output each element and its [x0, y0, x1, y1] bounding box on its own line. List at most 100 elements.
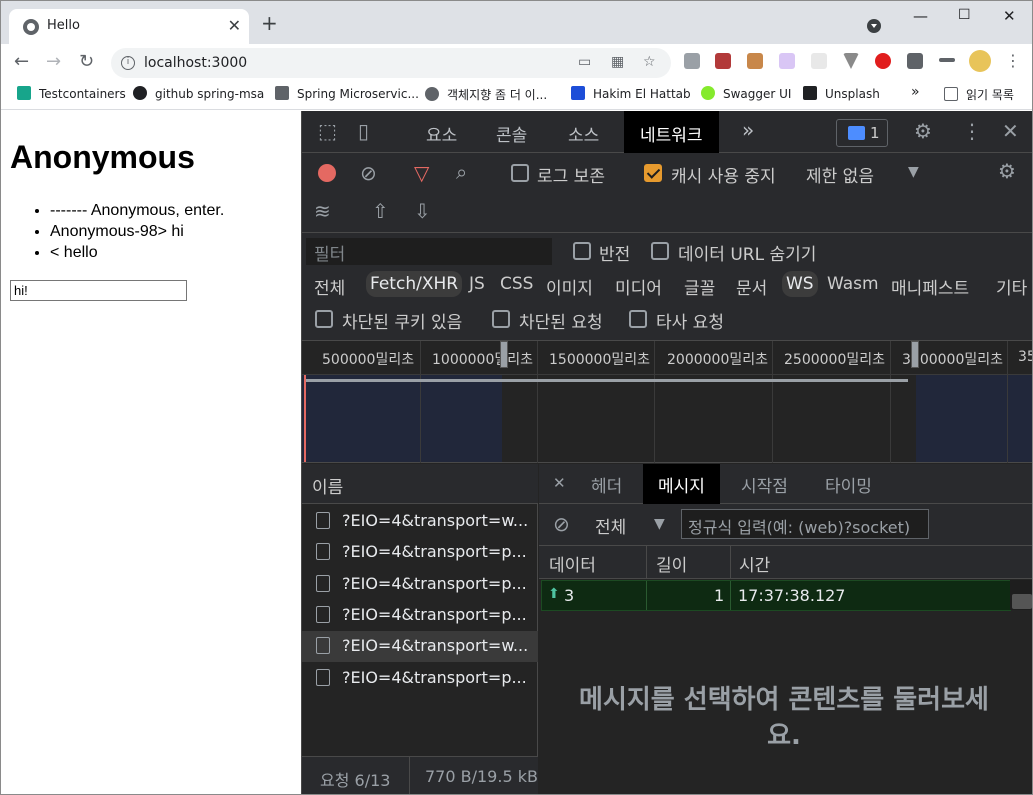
- filter-icon[interactable]: ▽: [414, 161, 429, 185]
- scrollbar-thumb[interactable]: [1012, 594, 1032, 609]
- device-toolbar-icon[interactable]: ▯: [358, 119, 369, 143]
- filter-input[interactable]: 필터: [306, 238, 552, 265]
- customize-menu-icon[interactable]: ⋮: [962, 119, 982, 143]
- forward-icon[interactable]: →: [46, 51, 61, 72]
- bookmark-testcontainers[interactable]: Testcontainers: [17, 86, 126, 101]
- close-window-button[interactable]: ✕: [1003, 7, 1016, 25]
- disable-cache-checkbox[interactable]: [644, 164, 662, 182]
- vue-extension-icon[interactable]: [843, 53, 859, 69]
- bookmark-oop[interactable]: 객체지향 좀 더 이...: [425, 86, 547, 103]
- calendar-extension-icon[interactable]: [715, 53, 731, 69]
- bookmark-github-spring-msa[interactable]: github spring-msa: [133, 86, 264, 101]
- filter-type-fetch-xhr[interactable]: Fetch/XHR: [366, 271, 463, 297]
- bookmark-spring-microservices[interactable]: Spring Microservic...: [275, 86, 419, 101]
- issues-button[interactable]: 1: [836, 119, 888, 147]
- invert-checkbox[interactable]: [573, 242, 591, 260]
- filter-type-ws[interactable]: WS: [782, 271, 818, 297]
- star-icon[interactable]: ☆: [643, 54, 656, 70]
- tab-network[interactable]: 네트워크: [624, 111, 719, 153]
- more-tabs-button[interactable]: »: [742, 118, 754, 142]
- menu-icon[interactable]: ⋮: [1005, 51, 1021, 70]
- import-har-icon[interactable]: ⇧: [372, 199, 389, 223]
- timeline-left-handle[interactable]: [500, 341, 508, 368]
- bookmark-swagger[interactable]: Swagger UI: [701, 86, 791, 101]
- filter-type-wasm[interactable]: Wasm: [823, 271, 883, 297]
- chevron-down-icon[interactable]: ▼: [654, 516, 665, 532]
- clear-icon[interactable]: ⊘: [360, 161, 377, 185]
- maximize-button[interactable]: ☐: [958, 7, 971, 23]
- filter-type-media[interactable]: 미디어: [611, 271, 666, 302]
- purple-extension-icon[interactable]: [779, 53, 795, 69]
- react-extension-icon[interactable]: [811, 53, 827, 69]
- eyedropper-extension-icon[interactable]: [684, 53, 700, 69]
- reload-icon[interactable]: ↻: [79, 51, 94, 72]
- request-row[interactable]: ?EIO=4&transport=p...: [302, 537, 538, 568]
- reading-list-button[interactable]: 읽기 목록: [944, 86, 1014, 103]
- tab-search-icon[interactable]: [867, 19, 881, 33]
- tab-sources[interactable]: 소스: [568, 121, 599, 146]
- message-row[interactable]: ⬆ 3 1 17:37:38.127: [541, 580, 1011, 611]
- request-row[interactable]: ?EIO=4&transport=p...: [302, 600, 538, 631]
- qr-icon[interactable]: ▦: [611, 54, 624, 70]
- puzzle-icon[interactable]: [907, 53, 923, 69]
- address-bar[interactable]: i localhost:3000 ▭ ▦ ☆: [111, 48, 671, 78]
- regex-filter-input[interactable]: 정규식 입력(예: (web)?socket): [681, 509, 929, 539]
- filter-type-font[interactable]: 글꼴: [680, 271, 719, 302]
- name-column-header[interactable]: 이름: [302, 464, 538, 504]
- filter-type-all[interactable]: 전체: [310, 271, 349, 302]
- tab-console[interactable]: 콘솔: [496, 121, 527, 146]
- bookmark-unsplash[interactable]: Unsplash: [803, 86, 880, 101]
- filter-type-css[interactable]: CSS: [496, 271, 537, 297]
- tab-close-icon[interactable]: ✕: [228, 16, 241, 35]
- record-icon[interactable]: [318, 164, 336, 182]
- blocked-requests-checkbox[interactable]: [492, 310, 510, 328]
- filter-type-other[interactable]: 기타: [992, 271, 1031, 302]
- request-row[interactable]: ?EIO=4&transport=p...: [302, 663, 538, 694]
- tab-messages[interactable]: 메시지: [643, 464, 720, 504]
- tab-initiator[interactable]: 시작점: [741, 472, 788, 497]
- search-icon[interactable]: ⌕: [456, 160, 467, 184]
- network-settings-icon[interactable]: ⚙: [998, 159, 1016, 183]
- wifi-settings-icon[interactable]: ≋: [314, 199, 331, 223]
- tab-headers[interactable]: 헤더: [591, 472, 622, 497]
- bookmarks-more-button[interactable]: »: [911, 84, 920, 100]
- blocked-cookies-checkbox[interactable]: [315, 310, 333, 328]
- column-length[interactable]: 길이: [656, 551, 687, 576]
- new-tab-button[interactable]: +: [261, 13, 278, 33]
- settings-gear-icon[interactable]: ⚙: [914, 119, 932, 143]
- filter-type-manifest[interactable]: 매니페스트: [887, 271, 973, 302]
- chevron-down-icon[interactable]: ▼: [908, 164, 919, 180]
- export-har-icon[interactable]: ⇩: [414, 199, 431, 223]
- message-input[interactable]: hi!: [10, 280, 187, 301]
- opera-extension-icon[interactable]: [875, 53, 891, 69]
- cast-icon[interactable]: ▭: [578, 54, 591, 70]
- column-time[interactable]: 시간: [739, 551, 770, 576]
- column-data[interactable]: 데이터: [549, 551, 596, 576]
- scrollbar[interactable]: [1010, 580, 1032, 610]
- request-row[interactable]: ?EIO=4&transport=w...: [302, 506, 538, 537]
- filter-type-image[interactable]: 이미지: [542, 271, 597, 302]
- media-icon[interactable]: [939, 58, 955, 62]
- network-overview-timeline[interactable]: 500000밀리초 1000000밀리초 1500000밀리초 2000000밀…: [302, 341, 1032, 463]
- third-party-checkbox[interactable]: [629, 310, 647, 328]
- request-row[interactable]: ?EIO=4&transport=p...: [302, 569, 538, 600]
- tab-elements[interactable]: 요소: [426, 121, 457, 146]
- bookmark-hakim[interactable]: Hakim El Hattab: [571, 86, 691, 101]
- site-info-icon[interactable]: i: [121, 56, 135, 70]
- back-icon[interactable]: ←: [14, 51, 29, 72]
- close-devtools-icon[interactable]: ✕: [1002, 119, 1019, 143]
- throttling-select[interactable]: 제한 없음: [806, 162, 874, 187]
- preserve-log-checkbox[interactable]: [511, 164, 529, 182]
- message-type-select[interactable]: 전체: [595, 513, 626, 538]
- request-row-selected[interactable]: ?EIO=4&transport=w...: [302, 631, 538, 662]
- inspect-element-icon[interactable]: ⬚: [318, 119, 337, 143]
- tab-timing[interactable]: 타이밍: [825, 472, 872, 497]
- filter-type-js[interactable]: JS: [465, 271, 489, 297]
- hide-data-urls-checkbox[interactable]: [651, 242, 669, 260]
- avatar[interactable]: [969, 50, 991, 72]
- browser-tab[interactable]: Hello ✕: [9, 9, 249, 44]
- clear-messages-icon[interactable]: ⊘: [553, 512, 570, 536]
- close-detail-icon[interactable]: ✕: [553, 474, 566, 492]
- minimize-button[interactable]: —: [913, 7, 928, 25]
- timeline-right-handle[interactable]: [911, 341, 919, 368]
